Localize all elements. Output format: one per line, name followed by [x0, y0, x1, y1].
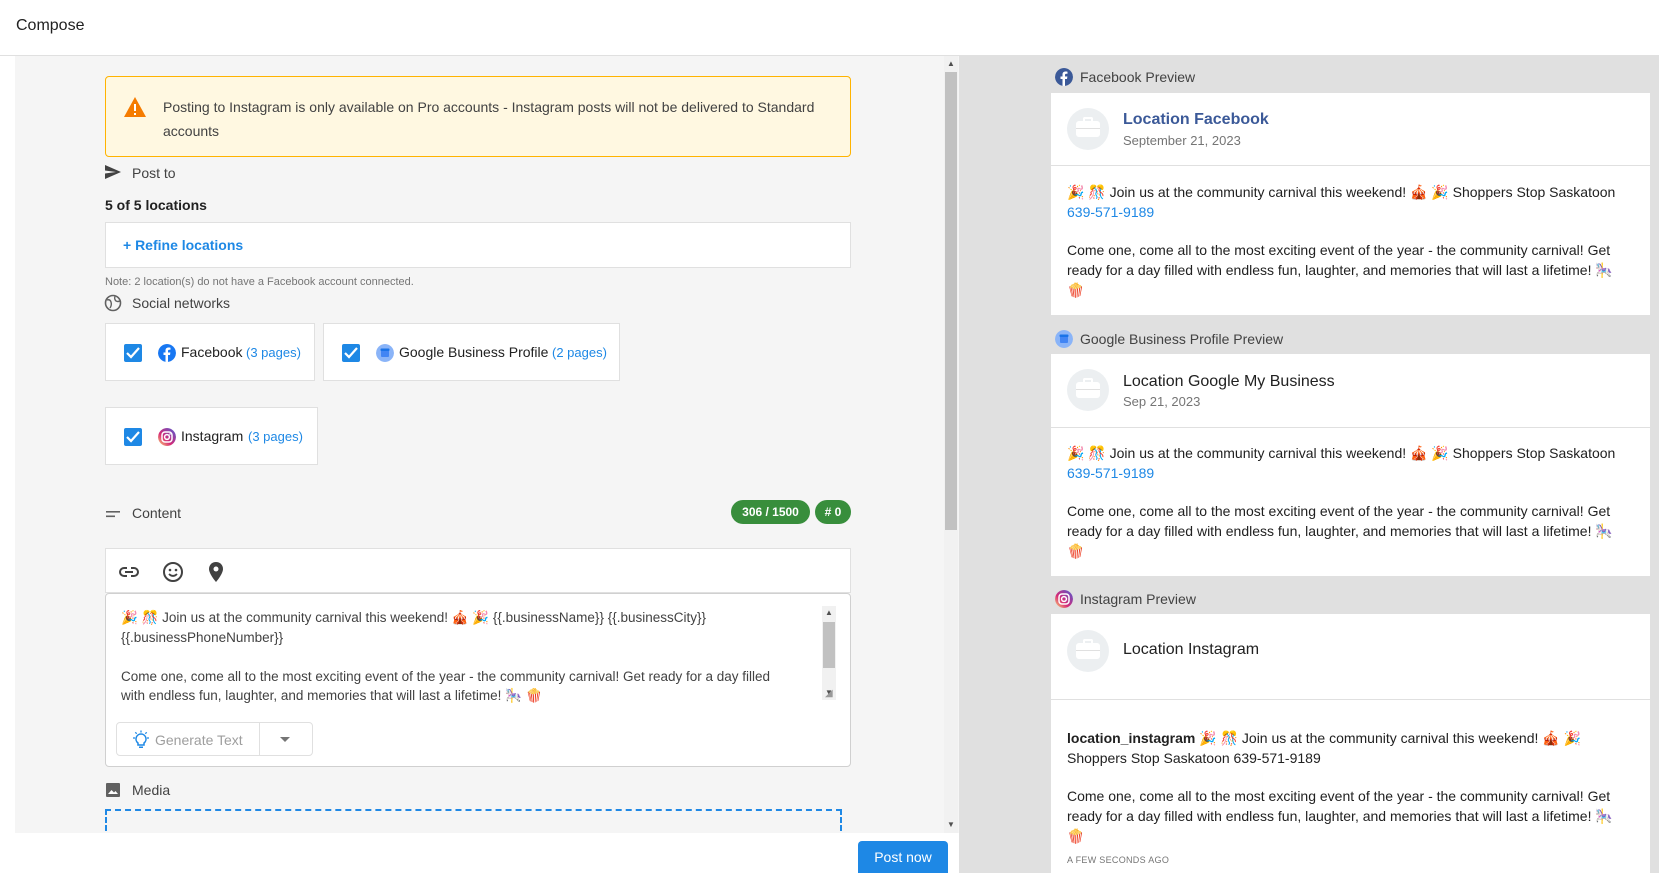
instagram-username: location_instagram [1067, 730, 1196, 746]
facebook-pages-link[interactable]: (3 pages) [246, 345, 301, 360]
media-label: Media [132, 782, 171, 798]
google-business-label: Google Business Profile [399, 344, 549, 360]
post-now-button[interactable]: Post now [858, 841, 948, 873]
facebook-preview-header: Location Facebook September 21, 2023 [1051, 93, 1650, 166]
lightbulb-icon [133, 730, 149, 748]
facebook-preview-icon [1055, 68, 1073, 86]
content-line-4: with endless fun, laughter, and memories… [121, 688, 543, 703]
google-post-body: 🎉 🎊 Join us at the community carnival th… [1067, 443, 1627, 561]
facebook-post-line: 🎉 🎊 Join us at the community carnival th… [1067, 184, 1616, 200]
instagram-preview-header: Location Instagram [1051, 614, 1650, 700]
chevron-down-icon[interactable] [280, 737, 290, 742]
button-divider [259, 723, 260, 755]
instagram-icon [158, 428, 176, 446]
social-networks-label: Social networks [132, 295, 231, 311]
globe-icon [104, 294, 122, 312]
warning-icon [124, 97, 146, 117]
image-icon [106, 783, 120, 797]
generate-text-label: Generate Text [155, 732, 243, 748]
instagram-post-paragraph: Come one, come all to the most exciting … [1067, 788, 1613, 844]
instagram-preview-card: Location Instagram location_instagram 🎉 … [1051, 614, 1650, 873]
google-preview-heading: Google Business Profile Preview [1080, 331, 1284, 347]
link-icon[interactable] [117, 560, 141, 584]
facebook-preview-card: Location Facebook September 21, 2023 🎉 🎊… [1051, 93, 1650, 315]
hashtag-count-badge: # 0 [815, 500, 851, 524]
google-phone-link[interactable]: 639-571-9189 [1067, 463, 1627, 483]
send-icon [105, 165, 121, 179]
instagram-checkbox[interactable] [124, 428, 142, 446]
instagram-pages-link[interactable]: (3 pages) [248, 429, 303, 444]
refine-locations-box: + Refine locations [105, 222, 851, 268]
refine-locations-link[interactable]: + Refine locations [123, 237, 243, 253]
locations-count: 5 of 5 locations [105, 197, 207, 213]
facebook-checkbox[interactable] [124, 344, 142, 362]
google-business-network-option[interactable]: Google Business Profile (2 pages) [323, 323, 620, 381]
google-business-pages-link[interactable]: (2 pages) [552, 345, 607, 360]
top-bar: Compose [0, 0, 1659, 56]
page-title: Compose [16, 17, 85, 34]
instagram-location-name: Location Instagram [1123, 641, 1260, 658]
compose-footer [15, 833, 959, 873]
facebook-location-name: Location Facebook [1123, 111, 1269, 128]
facebook-post-date: September 21, 2023 [1123, 133, 1241, 148]
short-text-icon [106, 511, 120, 518]
instagram-network-option[interactable]: Instagram (3 pages) [105, 407, 318, 465]
content-editor[interactable]: 🎉 🎊 Join us at the community carnival th… [105, 593, 851, 767]
content-line-1: 🎉 🎊 Join us at the community carnival th… [121, 610, 707, 625]
warning-text: Posting to Instagram is only available o… [163, 99, 815, 139]
emoji-icon[interactable] [161, 560, 185, 584]
editor-scrollbar-thumb[interactable] [823, 622, 835, 668]
google-preview-card: Location Google My Business Sep 21, 2023… [1051, 354, 1650, 576]
facebook-post-body: 🎉 🎊 Join us at the community carnival th… [1067, 182, 1627, 300]
facebook-preview-heading: Facebook Preview [1080, 69, 1196, 85]
post-to-label: Post to [132, 165, 176, 181]
editor-scroll-up-icon[interactable]: ▲ [825, 608, 833, 617]
editor-scrollbar[interactable]: ▲ ▼ [822, 606, 836, 700]
content-textarea[interactable]: 🎉 🎊 Join us at the community carnival th… [121, 608, 811, 706]
facebook-network-option[interactable]: Facebook (3 pages) [105, 323, 315, 381]
scroll-up-arrow-icon[interactable]: ▲ [947, 59, 955, 68]
google-post-line: 🎉 🎊 Join us at the community carnival th… [1067, 445, 1616, 461]
instagram-warning-banner: Posting to Instagram is only available o… [105, 76, 851, 157]
generate-text-button[interactable]: Generate Text [116, 722, 313, 756]
facebook-label: Facebook [181, 344, 243, 360]
google-preview-header: Location Google My Business Sep 21, 2023 [1051, 354, 1650, 428]
business-avatar-icon [1067, 108, 1109, 150]
facebook-icon [158, 344, 176, 362]
instagram-post-time: A FEW SECONDS AGO [1067, 855, 1170, 865]
character-count-badge: 306 / 1500 [731, 500, 810, 524]
scrollbar-thumb[interactable] [945, 72, 957, 530]
google-business-icon [376, 344, 394, 362]
google-location-name: Location Google My Business [1123, 373, 1335, 390]
instagram-preview-heading: Instagram Preview [1080, 591, 1196, 607]
business-avatar-icon [1067, 369, 1109, 411]
instagram-post-body: location_instagram 🎉 🎊 Join us at the co… [1067, 728, 1627, 846]
facebook-post-paragraph: Come one, come all to the most exciting … [1067, 242, 1613, 298]
compose-scrollbar[interactable]: ▲ ▼ [944, 56, 958, 833]
content-line-3: Come one, come all to the most exciting … [121, 668, 771, 684]
instagram-preview-icon [1055, 590, 1073, 608]
facebook-phone-link[interactable]: 639-571-9189 [1067, 202, 1627, 222]
google-post-paragraph: Come one, come all to the most exciting … [1067, 503, 1613, 559]
resize-handle-icon[interactable]: ◢ [825, 688, 833, 699]
facebook-note: Note: 2 location(s) do not have a Facebo… [105, 276, 414, 288]
content-line-2: {{.businessPhoneNumber}} [121, 629, 284, 645]
instagram-post-line-2: Shoppers Stop Saskatoon 639-571-9189 [1067, 750, 1321, 766]
business-avatar-icon [1067, 630, 1109, 672]
content-label: Content [132, 505, 182, 521]
location-pin-icon[interactable] [204, 560, 228, 584]
instagram-post-line: 🎉 🎊 Join us at the community carnival th… [1195, 730, 1582, 746]
scroll-down-arrow-icon[interactable]: ▼ [947, 820, 955, 829]
content-toolbar [105, 548, 851, 593]
google-business-checkbox[interactable] [342, 344, 360, 362]
google-post-date: Sep 21, 2023 [1123, 394, 1201, 409]
instagram-label: Instagram [181, 428, 244, 444]
google-business-preview-icon [1055, 330, 1073, 348]
